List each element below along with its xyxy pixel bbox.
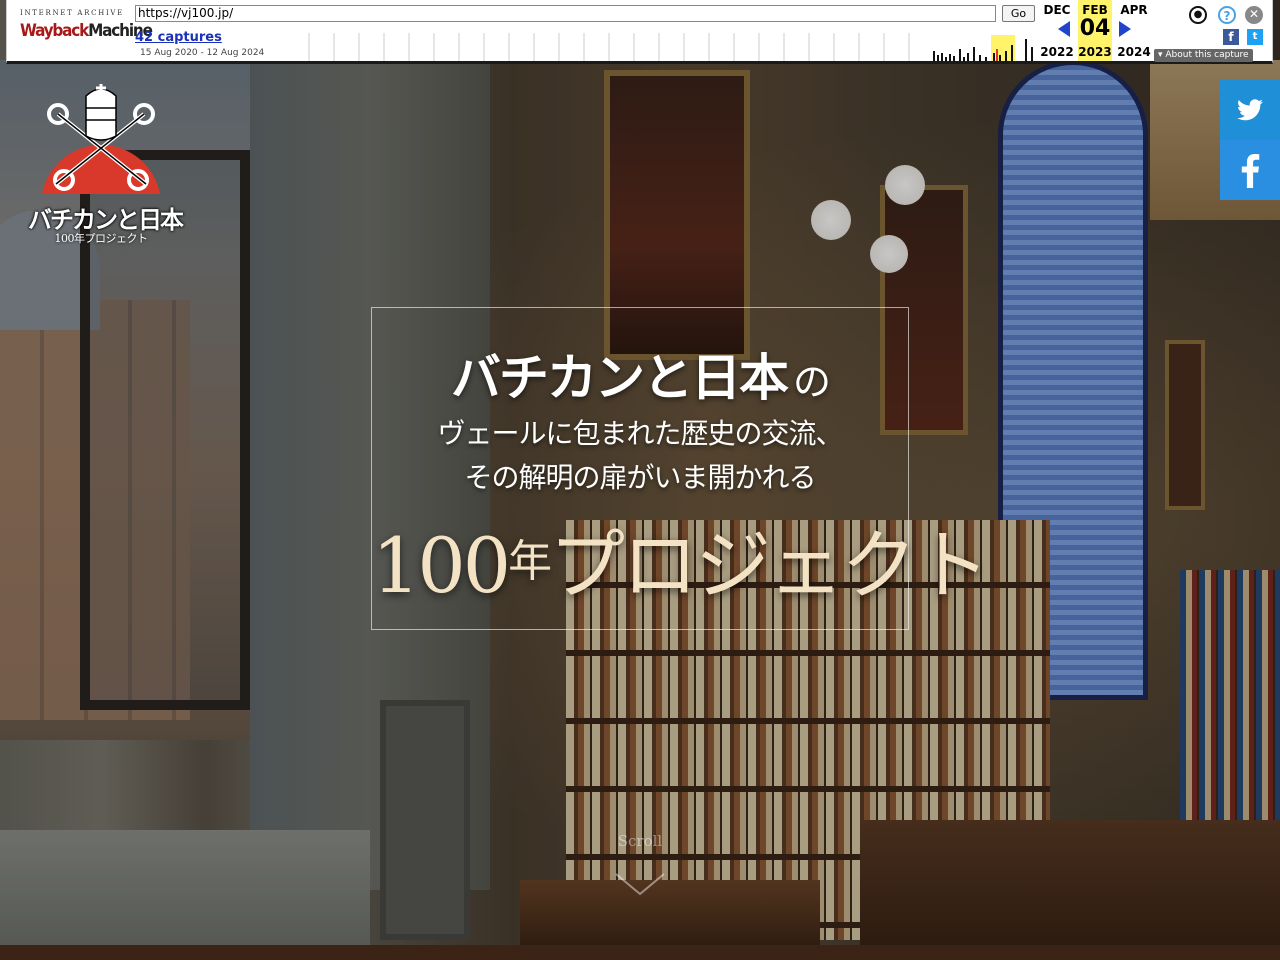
prev-month: DEC [1043,3,1071,17]
user-icon[interactable]: ● [1189,6,1207,24]
close-icon[interactable]: ✕ [1245,6,1263,24]
wayback-logo-top: INTERNET ARCHIVE [20,9,124,17]
wayback-logo-main: WaybackMachine [20,20,153,42]
capture-timeline[interactable] [307,33,1037,61]
prev-capture-arrow-icon[interactable] [1058,21,1070,37]
current-capture-date: FEB 04 2023 [1078,0,1112,61]
wayback-logo-word: Wayback [20,21,89,41]
scroll-indicator[interactable]: Scroll [600,832,680,902]
captures-date-range: 15 Aug 2020 - 12 Aug 2024 [140,48,265,58]
facebook-icon[interactable]: f [1223,29,1239,45]
next-year: 2024 [1117,45,1151,59]
headline-line3: その解明の扉がいま開かれる [464,461,816,494]
hero-section: バチカンと日本 100年プロジェクト バチカンと日本の ヴェールに包まれた歴史の… [0,0,1280,945]
twitter-share-button[interactable] [1220,80,1280,140]
scroll-label: Scroll [617,832,663,850]
facebook-icon [1241,154,1260,188]
project-title: 100年プロジェクト [372,504,990,614]
project-word: プロジェクト [549,521,990,610]
logo-subtitle: 100年プロジェクト [54,232,149,245]
about-capture-label: About this capture [1165,50,1249,60]
headline-line2: ヴェールに包まれた歴史の交流、 [437,417,843,450]
prev-year: 2022 [1040,45,1074,59]
headline-particle: の [792,360,831,404]
wayback-logo[interactable]: INTERNET ARCHIVE WaybackMachine [20,9,153,51]
current-day: 04 [1079,16,1111,41]
wayback-url-input[interactable]: https://vj100.jp/ [135,5,996,22]
headline-main: バチカンと日本 [450,348,789,407]
go-button[interactable]: Go [1002,5,1035,22]
twitter-icon[interactable]: t [1247,29,1263,45]
next-capture-arrow-icon[interactable] [1119,21,1131,37]
papal-emblem-icon [42,84,160,194]
project-number: 100 [372,521,511,610]
site-logo[interactable]: バチカンと日本 100年プロジェクト [28,84,184,248]
captures-link[interactable]: 42 captures [135,30,222,45]
chevron-down-icon [615,873,665,896]
help-icon[interactable]: ? [1218,6,1236,24]
wayback-toolbar: INTERNET ARCHIVE WaybackMachine https://… [6,0,1273,64]
current-year: 2023 [1078,45,1112,59]
hero-catchcopy: バチカンと日本の ヴェールに包まれた歴史の交流、 その解明の扉がいま開かれる 1… [371,307,990,630]
twitter-icon [1237,99,1263,121]
facebook-share-button[interactable] [1220,140,1280,200]
headline: バチカンと日本の [372,338,908,410]
page-bottom-bar [0,945,1280,960]
about-capture-button[interactable]: ▾ About this capture [1154,49,1253,62]
next-month: APR [1120,3,1148,17]
project-nen: 年 [508,536,552,587]
